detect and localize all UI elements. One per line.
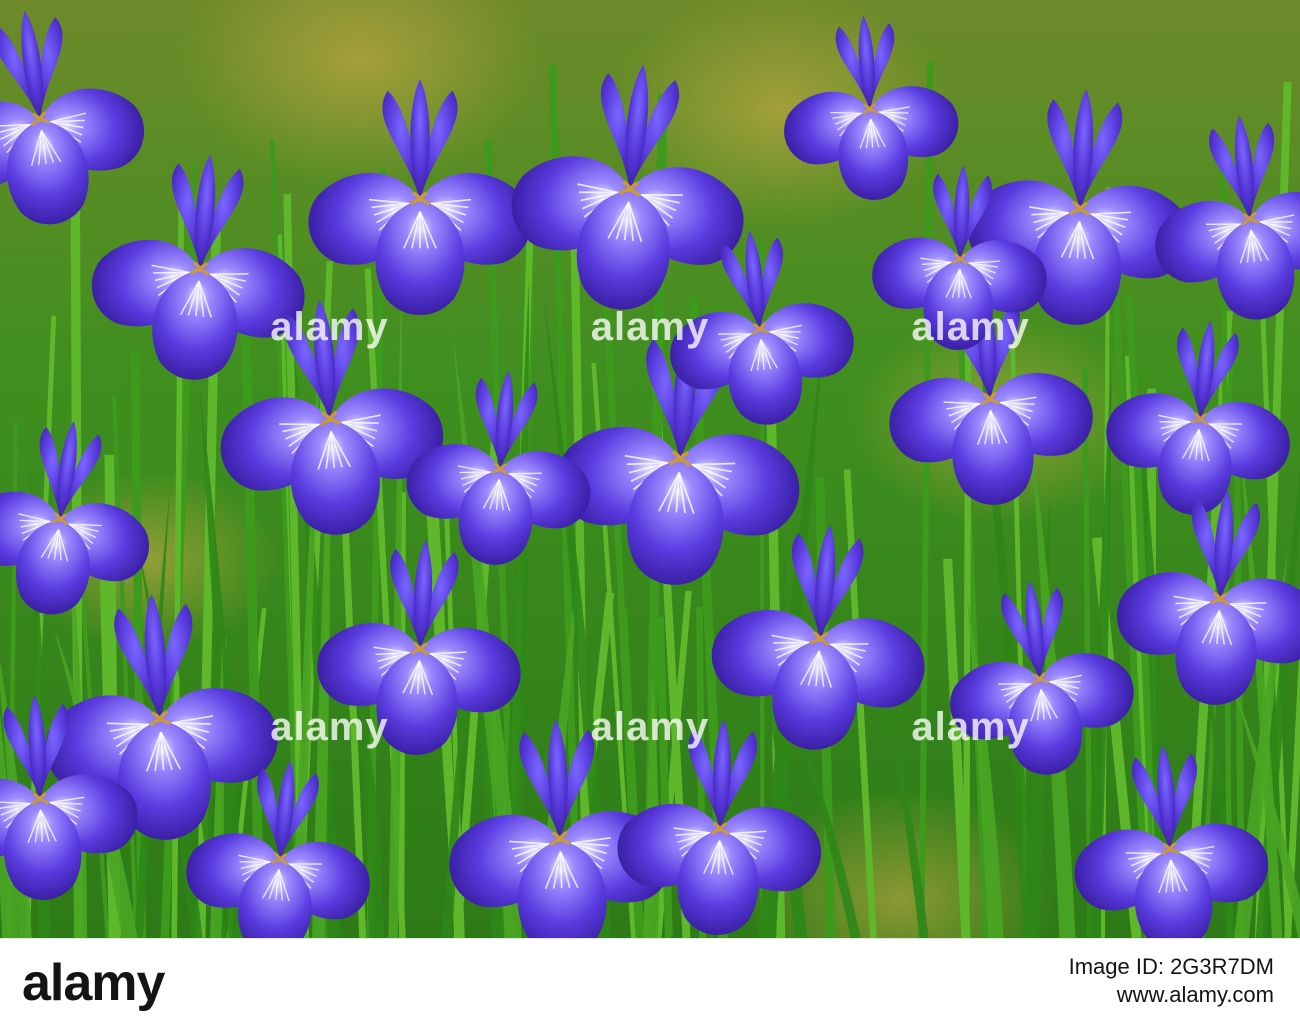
site-url-text[interactable]: www.alamy.com — [1069, 981, 1274, 1009]
iris-field-photo: alamy alamy alamy alamy alamy alamy — [0, 0, 1300, 938]
stock-footer-bar: alamy Image ID: 2G3R7DM www.alamy.com — [0, 938, 1300, 1026]
iris-field-illustration — [0, 0, 1300, 938]
stock-photo-page: alamy alamy alamy alamy alamy alamy alam… — [0, 0, 1300, 1026]
image-id-text: Image ID: 2G3R7DM — [1068, 954, 1274, 979]
logo-text: alamy — [22, 954, 165, 1012]
alamy-logo[interactable]: alamy — [22, 951, 165, 1015]
image-id-block: Image ID: 2G3R7DM www.alamy.com — [1069, 953, 1274, 1009]
